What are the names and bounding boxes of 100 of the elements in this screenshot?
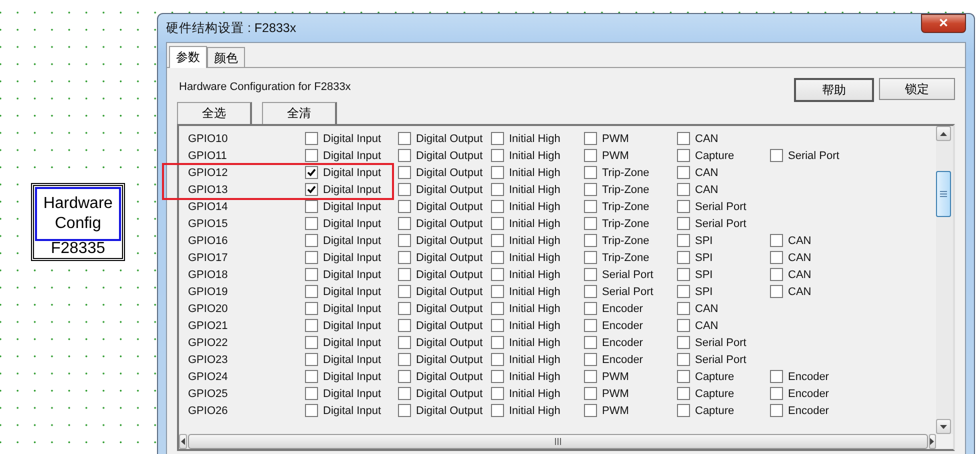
option-checkbox[interactable]: PWM [584, 387, 677, 400]
dialog-button[interactable]: 锁定 [879, 78, 955, 100]
option-checkbox[interactable]: PWM [584, 404, 677, 417]
option-checkbox[interactable]: Capture [677, 404, 770, 417]
option-checkbox[interactable]: Digital Output [398, 166, 491, 179]
option-checkbox[interactable]: Trip-Zone [584, 251, 677, 264]
option-checkbox[interactable]: CAN [677, 183, 770, 196]
option-checkbox[interactable]: Serial Port [584, 285, 677, 298]
option-checkbox[interactable]: Initial High [491, 302, 584, 315]
option-checkbox[interactable]: Initial High [491, 404, 584, 417]
option-checkbox[interactable]: Digital Input [305, 302, 398, 315]
option-checkbox[interactable]: Trip-Zone [584, 234, 677, 247]
option-checkbox[interactable]: Initial High [491, 387, 584, 400]
option-checkbox[interactable]: Capture [677, 370, 770, 383]
option-checkbox[interactable]: Digital Input [305, 285, 398, 298]
option-checkbox[interactable]: Digital Input [305, 319, 398, 332]
option-checkbox[interactable]: PWM [584, 370, 677, 383]
option-checkbox[interactable]: SPI [677, 234, 770, 247]
option-checkbox[interactable]: Trip-Zone [584, 217, 677, 230]
option-checkbox[interactable]: PWM [584, 149, 677, 162]
option-checkbox[interactable]: CAN [677, 302, 770, 315]
option-checkbox[interactable]: Initial High [491, 353, 584, 366]
option-checkbox[interactable]: Digital Input [305, 200, 398, 213]
option-checkbox[interactable]: CAN [677, 319, 770, 332]
option-checkbox[interactable]: Digital Output [398, 200, 491, 213]
option-checkbox[interactable]: Digital Input [305, 132, 398, 145]
option-checkbox[interactable]: CAN [770, 251, 863, 264]
option-checkbox[interactable]: Encoder [770, 387, 863, 400]
option-checkbox[interactable]: Encoder [584, 336, 677, 349]
option-checkbox[interactable]: Trip-Zone [584, 183, 677, 196]
option-checkbox[interactable]: Digital Input [305, 251, 398, 264]
vertical-scrollbar[interactable] [936, 126, 953, 434]
option-checkbox[interactable]: Digital Input [305, 217, 398, 230]
option-checkbox[interactable]: CAN [677, 166, 770, 179]
scroll-right-icon[interactable] [928, 434, 936, 449]
option-checkbox[interactable]: Encoder [770, 370, 863, 383]
option-checkbox[interactable]: Serial Port [677, 200, 770, 213]
scroll-left-icon[interactable] [179, 434, 186, 449]
scroll-up-icon[interactable] [936, 126, 951, 141]
option-checkbox[interactable]: Initial High [491, 268, 584, 281]
scroll-thumb[interactable] [936, 171, 951, 217]
option-checkbox[interactable]: Trip-Zone [584, 200, 677, 213]
option-checkbox[interactable]: Digital Input [305, 149, 398, 162]
option-checkbox[interactable]: Initial High [491, 251, 584, 264]
option-checkbox[interactable]: Serial Port [677, 353, 770, 366]
dialog-button[interactable]: 帮助 [794, 78, 874, 102]
option-checkbox[interactable]: Initial High [491, 234, 584, 247]
tab[interactable]: 参数 [169, 46, 207, 68]
option-checkbox[interactable]: SPI [677, 251, 770, 264]
option-checkbox[interactable]: Digital Input [305, 183, 398, 196]
option-checkbox[interactable]: Digital Output [398, 217, 491, 230]
option-checkbox[interactable]: Digital Output [398, 268, 491, 281]
option-checkbox[interactable]: Serial Port [677, 217, 770, 230]
option-checkbox[interactable]: Digital Output [398, 404, 491, 417]
tab[interactable]: 颜色 [207, 47, 245, 67]
option-checkbox[interactable]: Digital Input [305, 234, 398, 247]
option-checkbox[interactable]: Serial Port [677, 336, 770, 349]
option-checkbox[interactable]: Initial High [491, 132, 584, 145]
option-checkbox[interactable]: Digital Input [305, 268, 398, 281]
close-button[interactable]: ✕ [921, 14, 966, 33]
option-checkbox[interactable]: CAN [677, 132, 770, 145]
option-checkbox[interactable]: Capture [677, 387, 770, 400]
option-checkbox[interactable]: Encoder [584, 319, 677, 332]
option-checkbox[interactable]: Digital Output [398, 285, 491, 298]
option-checkbox[interactable]: PWM [584, 132, 677, 145]
option-checkbox[interactable]: Initial High [491, 149, 584, 162]
option-checkbox[interactable]: SPI [677, 268, 770, 281]
option-checkbox[interactable]: Digital Output [398, 336, 491, 349]
option-checkbox[interactable]: Initial High [491, 319, 584, 332]
option-checkbox[interactable]: Digital Output [398, 183, 491, 196]
select-button[interactable]: 全清 [262, 102, 337, 124]
hardware-config-block[interactable]: Hardware Config F28335 [31, 183, 125, 261]
option-checkbox[interactable]: Capture [677, 149, 770, 162]
option-checkbox[interactable]: Initial High [491, 336, 584, 349]
option-checkbox[interactable]: Digital Output [398, 353, 491, 366]
option-checkbox[interactable]: Serial Port [770, 149, 863, 162]
option-checkbox[interactable]: Serial Port [584, 268, 677, 281]
option-checkbox[interactable]: Digital Input [305, 387, 398, 400]
option-checkbox[interactable]: Digital Input [305, 370, 398, 383]
option-checkbox[interactable]: Encoder [770, 404, 863, 417]
option-checkbox[interactable]: CAN [770, 285, 863, 298]
option-checkbox[interactable]: Digital Output [398, 319, 491, 332]
option-checkbox[interactable]: Initial High [491, 166, 584, 179]
option-checkbox[interactable]: SPI [677, 285, 770, 298]
option-checkbox[interactable]: Digital Output [398, 387, 491, 400]
option-checkbox[interactable]: Initial High [491, 370, 584, 383]
option-checkbox[interactable]: Digital Output [398, 302, 491, 315]
option-checkbox[interactable]: Initial High [491, 285, 584, 298]
select-button[interactable]: 全选 [177, 102, 252, 124]
option-checkbox[interactable]: CAN [770, 234, 863, 247]
option-checkbox[interactable]: Digital Output [398, 234, 491, 247]
scroll-down-icon[interactable] [936, 419, 951, 434]
option-checkbox[interactable]: Digital Input [305, 166, 398, 179]
option-checkbox[interactable]: Encoder [584, 353, 677, 366]
option-checkbox[interactable]: Digital Input [305, 353, 398, 366]
option-checkbox[interactable]: Digital Output [398, 149, 491, 162]
option-checkbox[interactable]: Digital Input [305, 336, 398, 349]
option-checkbox[interactable]: Initial High [491, 183, 584, 196]
option-checkbox[interactable]: Encoder [584, 302, 677, 315]
option-checkbox[interactable]: Trip-Zone [584, 166, 677, 179]
